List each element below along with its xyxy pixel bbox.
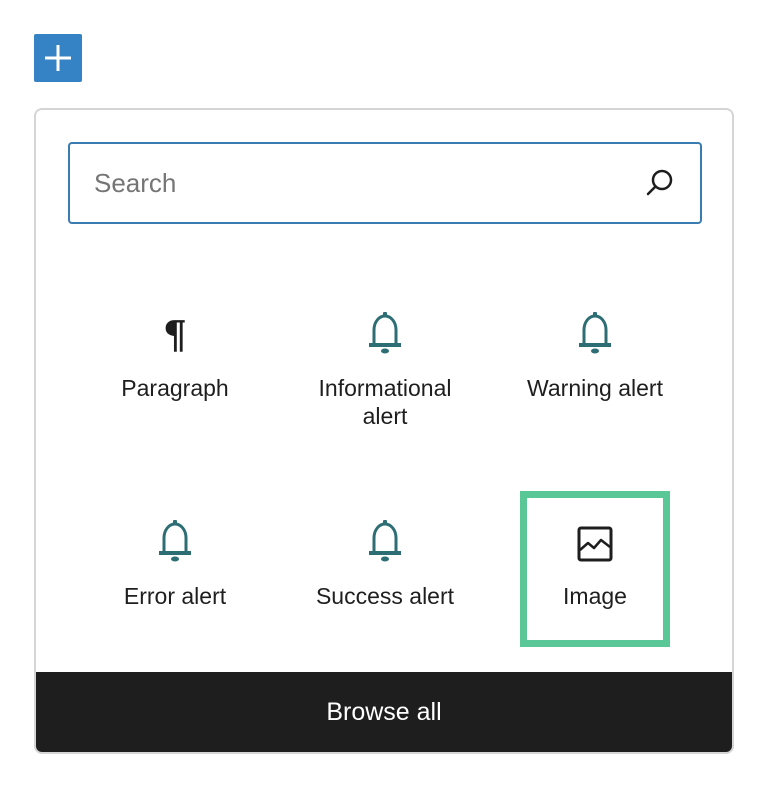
bell-icon (159, 520, 191, 562)
pilcrow-icon: ¶ (162, 312, 188, 357)
bell-icon (369, 312, 401, 354)
bell-icon (369, 520, 401, 562)
search-box (68, 142, 702, 224)
bell-icon (579, 312, 611, 354)
block-item-label: Paragraph (121, 375, 229, 401)
block-list: ¶ Paragraph Informational alert Warning … (70, 280, 700, 647)
block-item-image[interactable]: Image (490, 488, 700, 647)
block-item-label: Image (563, 583, 627, 609)
browse-all-button[interactable]: Browse all (36, 672, 732, 752)
block-item-success-alert[interactable]: Success alert (280, 488, 490, 644)
block-item-label: Error alert (123, 583, 227, 609)
plus-icon (45, 45, 71, 71)
search-input[interactable] (94, 167, 644, 199)
block-item-informational-alert[interactable]: Informational alert (280, 280, 490, 436)
block-item-label: Informational alert (318, 375, 452, 429)
add-block-button[interactable] (34, 34, 82, 82)
block-item-label: Success alert (315, 583, 455, 609)
block-item-paragraph[interactable]: ¶ Paragraph (70, 280, 280, 436)
image-icon (577, 526, 613, 562)
block-inserter-popover: ¶ Paragraph Informational alert (34, 108, 734, 754)
search-icon[interactable] (644, 167, 676, 199)
block-item-label: Warning alert (527, 375, 663, 401)
block-item-warning-alert[interactable]: Warning alert (490, 280, 700, 436)
block-item-error-alert[interactable]: Error alert (70, 488, 280, 644)
